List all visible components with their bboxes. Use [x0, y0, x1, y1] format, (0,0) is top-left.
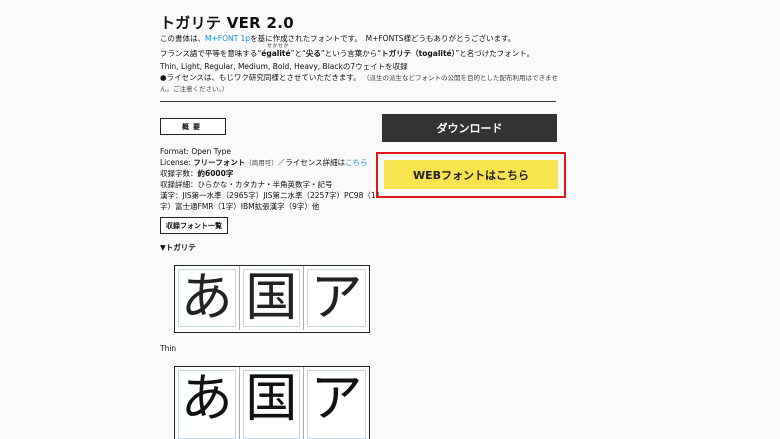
weights-line: Thin, Light, Regular, Medium, Bold, Heav…	[160, 62, 408, 71]
glyph-kanji: 国	[245, 369, 298, 429]
description-line: フランス語で平等を意味する“ せかせか égalité”と“尖る”という言葉から“ト…	[160, 44, 535, 59]
license-mid: ／ライセンス詳細は	[277, 158, 346, 167]
webfont-button[interactable]: WEBフォントはこちら	[384, 160, 558, 189]
egalite-ruby: せかせか	[267, 44, 290, 49]
intro-prefix: この書体は、	[160, 34, 205, 43]
glyph-hiragana: あ	[180, 268, 233, 328]
char-count-line: 収録字数：約6000字	[160, 168, 233, 179]
license-prefix: License:	[160, 158, 194, 167]
font-title: トガリテ VER 2.0	[160, 14, 295, 32]
glyph-katakana: ア	[310, 268, 363, 328]
glyph-cell: ア	[304, 266, 369, 330]
font-list-button[interactable]: 収録フォント一覧	[160, 217, 228, 234]
thin-label: Thin	[160, 344, 177, 353]
glyph-hiragana: あ	[180, 369, 233, 429]
glyph-katakana: ア	[310, 369, 363, 429]
desc-prefix: フランス語で平等を意味する“	[160, 49, 262, 58]
char-count-label: 収録字数：	[160, 169, 198, 178]
glyph-cell: あ	[175, 367, 240, 439]
togaru-word: 尖る	[305, 49, 321, 58]
section-divider	[160, 101, 556, 102]
glyph-cell: あ	[175, 266, 240, 330]
license-detail-link[interactable]: こちら	[345, 158, 368, 167]
download-button[interactable]: ダウンロード	[382, 114, 557, 142]
format-line: Format: Open Type	[160, 147, 231, 156]
summary-button[interactable]: 概要	[160, 118, 226, 135]
thin-sample: あ 国 ア	[174, 366, 370, 439]
license-note-small: （派生の派生などフォントの公開を目的とした配布利用はできませ	[363, 74, 558, 82]
license-note-cont: ん。ご注意ください。）	[160, 85, 229, 93]
license-value: フリーフォント	[193, 158, 246, 167]
glyph-kanji: 国	[245, 268, 298, 328]
glyph-cell: 国	[240, 266, 305, 330]
glyph-cell: ア	[304, 367, 369, 439]
intro-line: この書体は、M+FONT 1pを基に作成されたフォントです。 M+FONTS様ど…	[160, 33, 515, 44]
license-small: （商用可）	[245, 159, 278, 167]
detail-line: 収録詳細：ひらかな・カタカナ・半角英数字・記号	[160, 180, 333, 189]
regular-sample: あ 国 ア	[174, 265, 370, 333]
license-note: ●ライセンスは、もじワク研究同様とさせていただきます。 （派生の派生などフォント…	[160, 72, 558, 84]
desc-mid2: ”という言葉から“	[320, 49, 382, 58]
desc-suffix: ”と名づけたフォント。	[455, 49, 535, 58]
license-note-main: ●ライセンスは、もじワク研究同様とさせていただきます。	[160, 73, 361, 82]
desc-mid1: ”と“	[290, 49, 306, 58]
glyph-cell: 国	[240, 367, 305, 439]
egalite-word: せかせか égalité	[261, 44, 290, 59]
togarite-word: トガリテ（togalité）	[381, 49, 456, 58]
intro-suffix: を基に作成されたフォントです。 M+FONTS様どうもありがとうございます。	[250, 34, 516, 43]
mplus-link[interactable]: M+FONT 1p	[205, 34, 250, 43]
sample-section-title: ▼トガリテ	[160, 243, 196, 252]
kanji-line-2: 字）富士通FMR（1字）IBM拡張漢字（9字）他	[160, 202, 320, 211]
kanji-line-1: 漢字：JIS第一水準（2965字）JIS第二水準（2257字）PC98（11	[160, 191, 381, 200]
char-count-value: 約6000字	[197, 169, 234, 178]
